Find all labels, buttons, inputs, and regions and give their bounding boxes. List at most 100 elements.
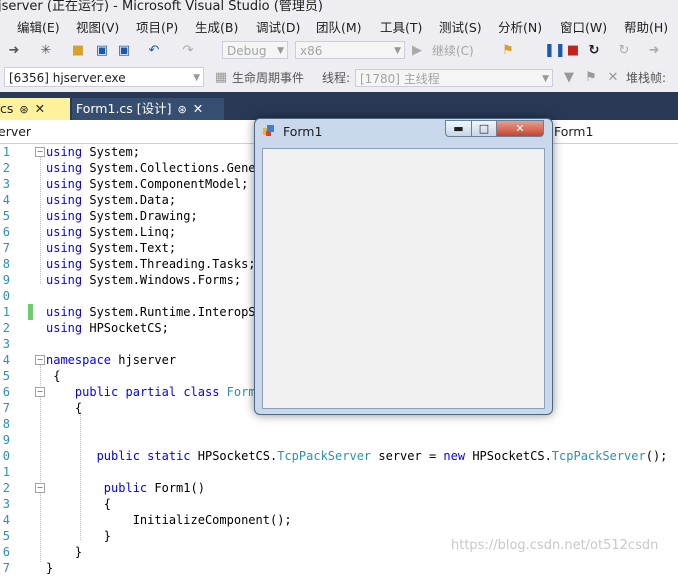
line-number: 7 bbox=[2, 401, 10, 415]
watermark: https://blog.csdn.net/ot512csdn bbox=[451, 538, 659, 553]
code-text: } bbox=[46, 561, 54, 575]
line-number: 3 bbox=[2, 177, 10, 191]
member-dropdown[interactable]: Form1 bbox=[554, 124, 593, 139]
tab-designer-label: Form1.cs [设计] bbox=[76, 101, 172, 116]
pin-icon[interactable]: ⊛ bbox=[178, 103, 187, 116]
menu-view[interactable]: 视图(V) bbox=[76, 17, 119, 36]
code-text: using System.ComponentModel; bbox=[46, 177, 249, 191]
code-text: using System.Collections.Gener bbox=[46, 161, 263, 175]
line-number: 1 bbox=[2, 305, 10, 319]
collapse-icon[interactable]: − bbox=[35, 483, 45, 493]
menu-tools[interactable]: 工具(T) bbox=[380, 17, 422, 36]
code-text: using System.Threading.Tasks; bbox=[46, 257, 256, 271]
platform-combo[interactable]: x86 ▼ bbox=[295, 41, 405, 59]
lifecycle-events-button[interactable]: 生命周期事件 bbox=[232, 70, 312, 86]
new-project-icon[interactable]: ✳ bbox=[38, 43, 54, 59]
code-line[interactable]: 8 bbox=[0, 416, 678, 432]
thread-combo[interactable]: [1780] 主线程 ▼ bbox=[355, 69, 553, 87]
redo-icon[interactable]: ↷ bbox=[180, 43, 196, 59]
thread-value: [1780] 主线程 bbox=[360, 72, 440, 86]
line-number: 2 bbox=[2, 321, 10, 335]
continue-button[interactable]: 继续(C) bbox=[432, 43, 488, 59]
collapse-icon[interactable]: − bbox=[35, 355, 45, 365]
code-text: using System.Drawing; bbox=[46, 209, 198, 223]
debug-location-toolbar: [6356] hjserver.exe ▼ ▦ 生命周期事件 线程: [1780… bbox=[0, 64, 678, 92]
code-line[interactable]: 1 bbox=[0, 464, 678, 480]
lifecycle-icon[interactable]: ▦ bbox=[214, 70, 228, 86]
maximize-button[interactable]: □ bbox=[471, 120, 497, 137]
collapse-icon[interactable]: − bbox=[35, 387, 45, 397]
chevron-down-icon: ▼ bbox=[193, 73, 200, 83]
menu-analyze[interactable]: 分析(N) bbox=[498, 17, 542, 36]
code-line[interactable]: 4 InitializeComponent(); bbox=[0, 512, 678, 528]
chevron-down-icon: ▼ bbox=[277, 46, 284, 56]
close-button[interactable]: ✕ bbox=[496, 120, 544, 137]
menu-help[interactable]: 帮助(H) bbox=[624, 17, 668, 36]
code-text: using System.Linq; bbox=[46, 225, 177, 239]
line-number: 1 bbox=[2, 465, 10, 479]
namespace-dropdown[interactable]: erver bbox=[0, 124, 31, 139]
step-icon[interactable]: ➜ bbox=[646, 43, 662, 59]
restart-icon[interactable]: ↻ bbox=[586, 43, 602, 59]
form1-window[interactable]: Form1 ▬ □ ✕ bbox=[254, 118, 553, 415]
menu-test[interactable]: 测试(S) bbox=[439, 17, 482, 36]
code-line[interactable]: 0 public static HPSocketCS.TcpPackServer… bbox=[0, 448, 678, 464]
find-icon[interactable]: ⚑ bbox=[500, 43, 516, 59]
code-text: public partial class Form1 bbox=[74, 385, 263, 399]
code-text: InitializeComponent(); bbox=[46, 513, 292, 527]
pause-icon[interactable]: ❚❚ bbox=[544, 43, 566, 59]
play-icon[interactable]: ▶ bbox=[410, 43, 424, 59]
code-line[interactable]: 9 bbox=[0, 432, 678, 448]
form-app-icon bbox=[263, 125, 274, 136]
code-line[interactable]: 7} bbox=[0, 560, 678, 576]
code-line[interactable]: 3 { bbox=[0, 496, 678, 512]
menu-window[interactable]: 窗口(W) bbox=[560, 17, 607, 36]
line-number: 4 bbox=[2, 193, 10, 207]
code-text: using System.Data; bbox=[46, 193, 177, 207]
flag-icon[interactable]: ⚑ bbox=[584, 70, 598, 86]
menu-project[interactable]: 项目(P) bbox=[136, 17, 178, 36]
forward-nav-icon[interactable]: ➜ bbox=[6, 43, 22, 59]
close-icon: ✕ bbox=[515, 122, 525, 135]
menu-debug[interactable]: 调试(D) bbox=[256, 17, 300, 36]
form-client-area[interactable] bbox=[262, 148, 545, 409]
open-folder-icon[interactable]: ■ bbox=[70, 43, 86, 59]
chevron-down-icon: ▼ bbox=[394, 46, 401, 56]
stop-icon[interactable]: ■ bbox=[566, 43, 580, 59]
toggle-icon[interactable]: ✕ bbox=[606, 70, 620, 86]
code-line[interactable]: 2 − public Form1() bbox=[0, 480, 678, 496]
refresh-icon[interactable]: ↻ bbox=[616, 43, 632, 59]
form-title: Form1 bbox=[283, 124, 323, 139]
tab-code[interactable]: cs ⊛ ✕ bbox=[0, 98, 70, 120]
line-number: 0 bbox=[2, 289, 10, 303]
minimize-button[interactable]: ▬ bbox=[445, 120, 472, 137]
close-icon[interactable]: ✕ bbox=[35, 101, 45, 116]
filter-icon[interactable]: ▼ bbox=[562, 70, 576, 86]
code-text: } bbox=[46, 529, 112, 543]
save-all-icon[interactable]: ▣ bbox=[116, 43, 132, 59]
line-number: 2 bbox=[2, 481, 10, 495]
line-number: 6 bbox=[2, 225, 10, 239]
platform-value: x86 bbox=[300, 44, 323, 58]
menu-edit[interactable]: 编辑(E) bbox=[17, 17, 60, 36]
save-icon[interactable]: ▣ bbox=[94, 43, 110, 59]
line-number: 4 bbox=[2, 353, 10, 367]
line-number: 7 bbox=[2, 561, 10, 575]
line-number: 4 bbox=[2, 513, 10, 527]
menu-build[interactable]: 生成(B) bbox=[195, 17, 238, 36]
undo-icon[interactable]: ↶ bbox=[146, 43, 162, 59]
chevron-down-icon: ▼ bbox=[542, 74, 549, 84]
process-combo[interactable]: [6356] hjserver.exe ▼ bbox=[4, 67, 204, 87]
line-number: 2 bbox=[2, 161, 10, 175]
pin-icon[interactable]: ⊛ bbox=[19, 103, 28, 116]
menu-team[interactable]: 团队(M) bbox=[316, 17, 362, 36]
close-icon[interactable]: ✕ bbox=[193, 101, 203, 116]
configuration-combo[interactable]: Debug ▼ bbox=[222, 41, 288, 59]
code-text: public Form1() bbox=[103, 481, 205, 495]
configuration-value: Debug bbox=[227, 44, 267, 58]
tab-designer[interactable]: Form1.cs [设计] ⊛ ✕ bbox=[72, 98, 224, 120]
window-title: jserver (正在运行) - Microsoft Visual Studio… bbox=[0, 0, 323, 12]
standard-toolbar: ➜ ✳ ■ ▣ ▣ ↶ ↷ Debug ▼ x86 ▼ ▶ 继续(C) ⚑ ❚❚… bbox=[0, 38, 678, 64]
code-text: using HPSocketCS; bbox=[46, 321, 169, 335]
collapse-icon[interactable]: − bbox=[35, 147, 45, 157]
